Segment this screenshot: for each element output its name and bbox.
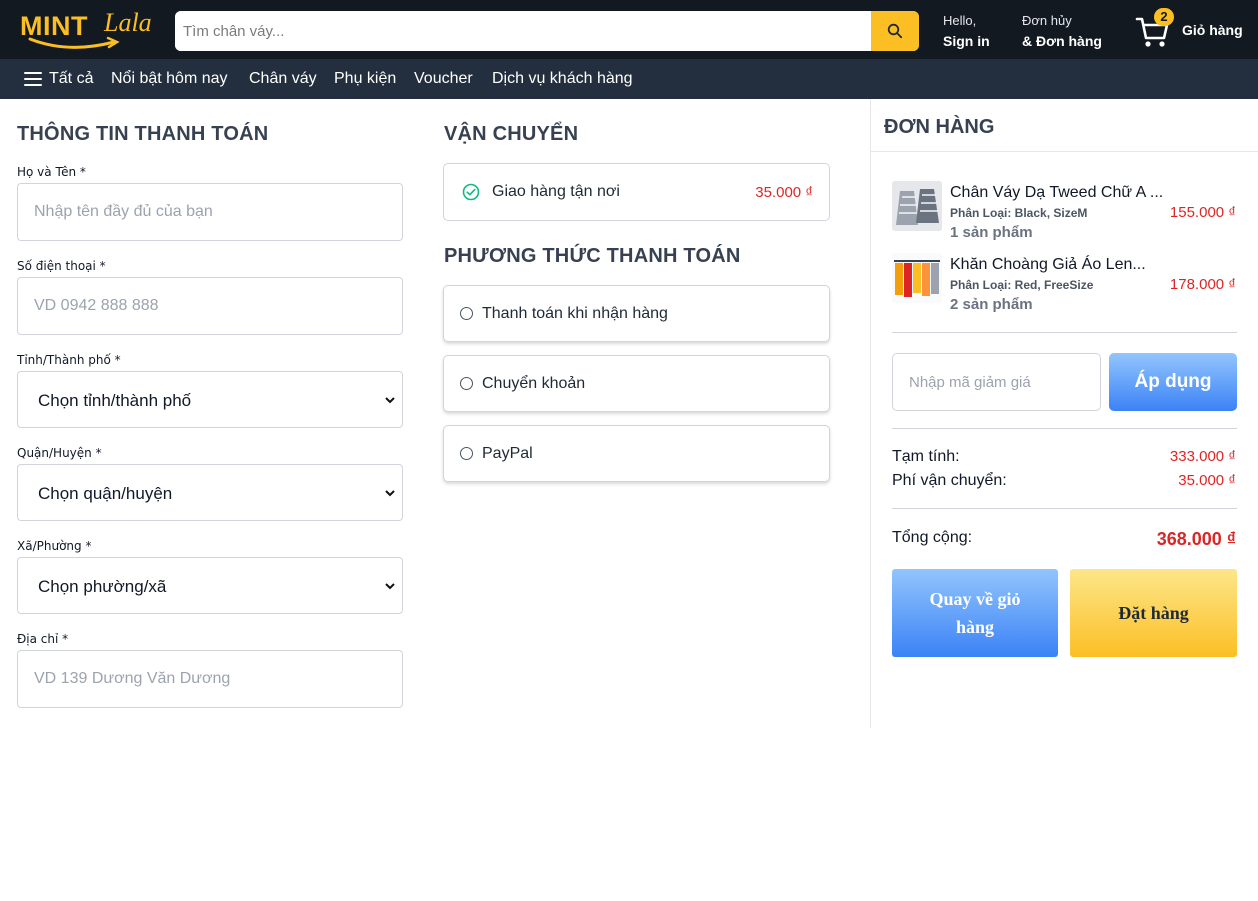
ward-select[interactable]: Chọn phường/xã [17,557,403,614]
search-bar [175,11,919,51]
product-quantity: 2 sản phẩm [950,296,1033,313]
divider [892,508,1237,509]
product-thumbnail[interactable] [892,181,942,231]
payment-option-bank-transfer[interactable]: Chuyển khoản [443,355,830,412]
nav-item-voucher[interactable]: Voucher [414,69,473,89]
chevron-down-icon [385,397,395,404]
orders-link[interactable]: Đơn hủy & Đơn hàng [1022,11,1102,51]
search-icon [887,23,903,39]
orders-bold-text: & Đơn hàng [1022,33,1102,49]
search-input[interactable] [175,11,871,51]
district-select-value: Chọn quận/huyện [38,484,173,503]
check-circle-icon [462,183,480,201]
ward-label: Xã/Phường * [17,539,92,553]
order-title: ĐƠN HÀNG [884,116,995,138]
radio-button[interactable] [460,447,473,460]
payment-option-paypal[interactable]: PayPal [443,425,830,482]
back-to-cart-button[interactable]: Quay về giỏ hàng [892,569,1058,657]
product-thumbnail[interactable] [892,253,942,303]
product-variant: Phân Loại: Black, SizeM [950,206,1088,220]
shipping-option-label: Giao hàng tận nơi [492,183,620,200]
province-select[interactable]: Chọn tỉnh/thành phố [17,371,403,428]
logo-script-text: Lala [104,8,152,37]
chevron-down-icon [385,583,395,590]
cart-count-badge: 2 [1154,8,1174,26]
shipping-option-home-delivery[interactable]: Giao hàng tận nơi 35.000 ₫ [443,163,830,221]
phone-field[interactable] [17,277,403,335]
address-field[interactable] [17,650,403,708]
product-name[interactable]: Khăn Choàng Giả Áo Len... [950,256,1146,274]
district-select[interactable]: Chọn quận/huyện [17,464,403,521]
cart-label: Giỏ hàng [1182,22,1243,38]
menu-icon[interactable] [24,72,42,86]
shipping-option-price: 35.000 ₫ [755,184,813,201]
subtotal-value: 333.000 ₫ [1169,448,1236,465]
divider [892,332,1237,333]
product-quantity: 1 sản phẩm [950,224,1033,241]
product-price: 178.000 ₫ [1169,276,1236,293]
total-label: Tổng cộng: [892,529,973,546]
nav-item-customer-service[interactable]: Dịch vụ khách hàng [492,69,633,89]
fullname-label: Họ và Tên * [17,165,86,179]
hello-text: Hello, [943,13,977,28]
nav-item-all[interactable]: Tất cả [49,69,93,89]
coupon-input[interactable] [892,353,1101,411]
nav-item-skirts[interactable]: Chân váy [249,69,317,89]
top-header: MINT Lala Hello, Sign in Đơn hủy & Đơn h… [0,0,1258,59]
nav-item-trending[interactable]: Nổi bật hôm nay [111,69,228,89]
nav-bar: Tất cả Nổi bật hôm nay Chân váy Phụ kiện… [0,59,1258,99]
radio-button[interactable] [460,377,473,390]
divider [871,151,1258,152]
total-value: 368.000 ₫ [1156,529,1236,549]
shipping-title: VẬN CHUYỂN [444,123,579,145]
payment-option-cod[interactable]: Thanh toán khi nhận hàng [443,285,830,342]
fullname-field[interactable] [17,183,403,241]
divider [892,428,1237,429]
apply-coupon-button[interactable]: Áp dụng [1109,353,1237,411]
shipping-fee-label: Phí vận chuyển: [892,472,1007,489]
logo[interactable]: MINT Lala [18,8,160,52]
billing-title: THÔNG TIN THANH TOÁN [17,123,269,145]
payment-option-label: Thanh toán khi nhận hàng [482,305,668,322]
shipping-fee-value: 35.000 ₫ [1178,472,1236,489]
chevron-down-icon [385,490,395,497]
payment-title: PHƯƠNG THỨC THANH TOÁN [444,245,741,267]
logo-smile-icon [28,36,120,49]
order-summary-panel: ĐƠN HÀNG Chân Váy Dạ Tweed Chữ A ... Phâ… [870,99,1258,728]
subtotal-label: Tạm tính: [892,448,960,465]
address-label: Địa chỉ * [17,632,69,646]
nav-item-accessories[interactable]: Phụ kiện [334,69,396,89]
payment-option-label: Chuyển khoản [482,375,586,392]
phone-label: Số điện thoại * [17,259,106,273]
province-label: Tỉnh/Thành phố * [17,353,121,367]
search-button[interactable] [871,11,919,51]
product-name[interactable]: Chân Váy Dạ Tweed Chữ A ... [950,184,1163,202]
district-label: Quận/Huyện * [17,446,102,460]
cart-button[interactable]: 2 Giỏ hàng [1135,8,1250,52]
place-order-button[interactable]: Đặt hàng [1070,569,1237,657]
product-price: 155.000 ₫ [1169,204,1236,221]
sign-in-link[interactable]: Hello, Sign in [943,11,990,51]
ward-select-value: Chọn phường/xã [38,577,167,596]
sign-in-text: Sign in [943,33,990,49]
payment-option-label: PayPal [482,445,533,462]
orders-small-text: Đơn hủy [1022,13,1072,28]
province-select-value: Chọn tỉnh/thành phố [38,391,192,410]
radio-button[interactable] [460,307,473,320]
product-variant: Phân Loại: Red, FreeSize [950,278,1094,292]
